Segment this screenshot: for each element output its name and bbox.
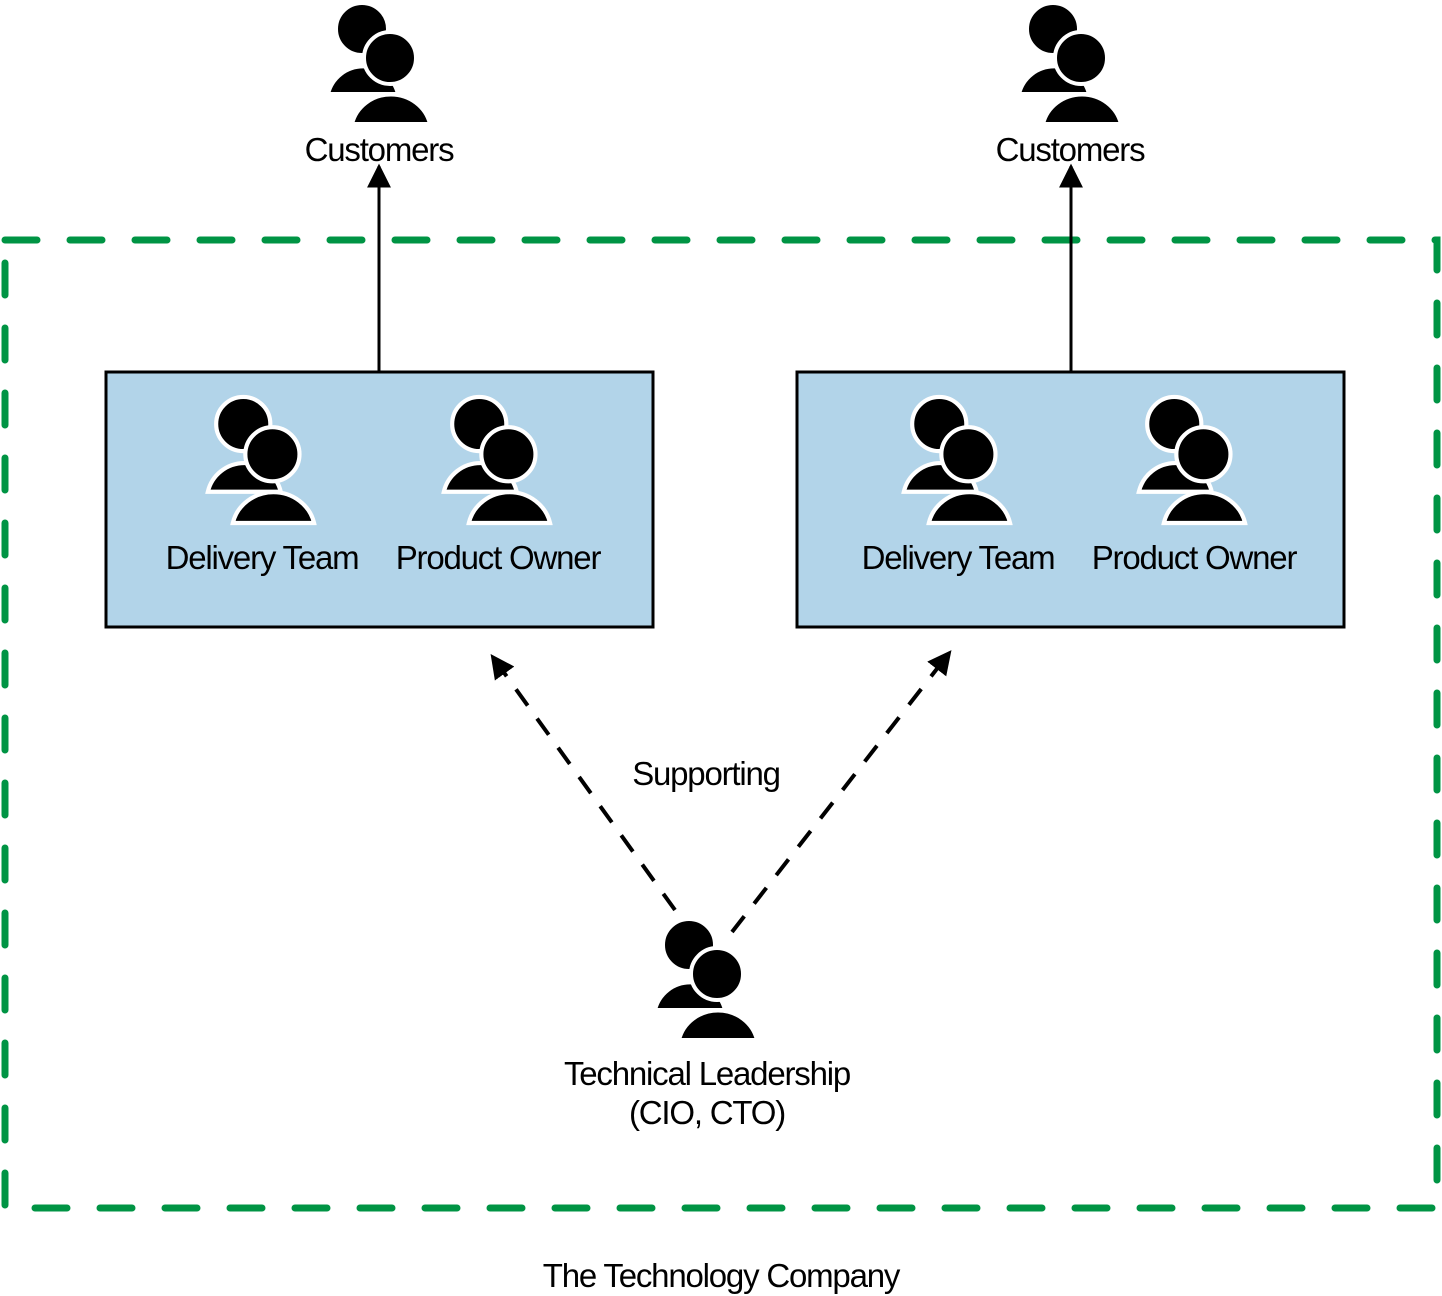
customers-label: Customers [305, 131, 454, 168]
customers-group-2: Customers [996, 3, 1146, 168]
org-diagram: Customers Customers Delivery Team Produc… [1, 3, 1441, 1294]
customers-label: Customers [996, 131, 1145, 168]
technical-leadership-label: Technical Leadership [564, 1055, 850, 1092]
delivery-team-label: Delivery Team [166, 539, 359, 576]
customers-group-1: Customers [305, 3, 455, 168]
team-box-2-frame [795, 370, 1346, 629]
people-group-icon [655, 919, 757, 1040]
delivery-team-label: Delivery Team [862, 539, 1055, 576]
technical-leadership-group: Technical Leadership (CIO, CTO) [564, 919, 851, 1131]
product-owner-label: Product Owner [396, 539, 602, 576]
team-box-2: Delivery Team Product Owner [795, 370, 1346, 629]
team-box-1: Delivery Team Product Owner [104, 370, 655, 629]
team-box-1-frame [104, 370, 655, 629]
company-title: The Technology Company [543, 1257, 901, 1294]
supporting-label: Supporting [632, 755, 780, 792]
people-group-icon [328, 3, 430, 124]
product-owner-label: Product Owner [1092, 539, 1298, 576]
arrow-leadership-to-team-2 [730, 650, 952, 934]
technical-leadership-roles: (CIO, CTO) [629, 1094, 785, 1131]
people-group-icon [1019, 3, 1121, 124]
